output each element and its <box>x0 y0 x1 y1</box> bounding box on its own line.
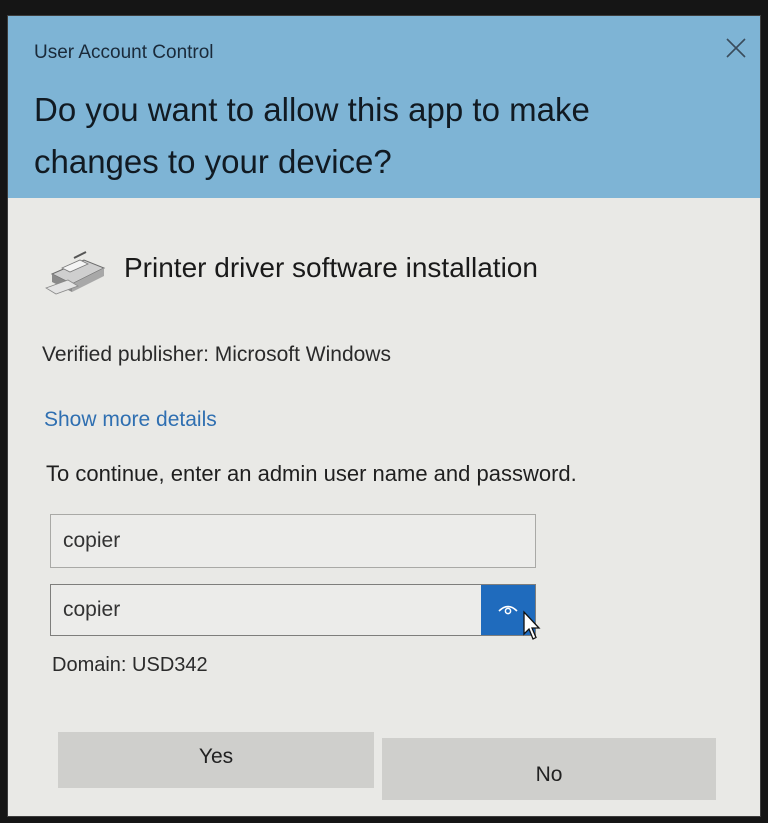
printer-icon <box>45 251 106 295</box>
dialog-header: User Account Control Do you want to allo… <box>8 16 760 198</box>
close-icon <box>726 38 746 58</box>
app-name: Printer driver software installation <box>124 252 538 283</box>
domain-label: Domain: USD342 <box>52 654 208 676</box>
app-info: Printer driver software installation <box>44 244 704 300</box>
no-button[interactable]: No <box>382 738 716 800</box>
password-field-wrapper <box>50 584 536 636</box>
show-more-details-link[interactable]: Show more details <box>44 408 217 432</box>
prompt-question: Do you want to allow this app to make ch… <box>34 91 590 180</box>
close-button[interactable] <box>718 32 754 64</box>
username-field[interactable] <box>50 514 536 568</box>
instructions-text: To continue, enter an admin user name an… <box>46 461 577 486</box>
window-caption: User Account Control <box>34 42 214 63</box>
mouse-cursor-icon <box>523 610 541 640</box>
password-field[interactable] <box>51 585 479 635</box>
uac-dialog: User Account Control Do you want to allo… <box>8 16 760 816</box>
yes-button[interactable]: Yes <box>58 732 374 788</box>
verified-publisher: Verified publisher: Microsoft Windows <box>42 343 391 366</box>
eye-icon <box>498 605 518 615</box>
